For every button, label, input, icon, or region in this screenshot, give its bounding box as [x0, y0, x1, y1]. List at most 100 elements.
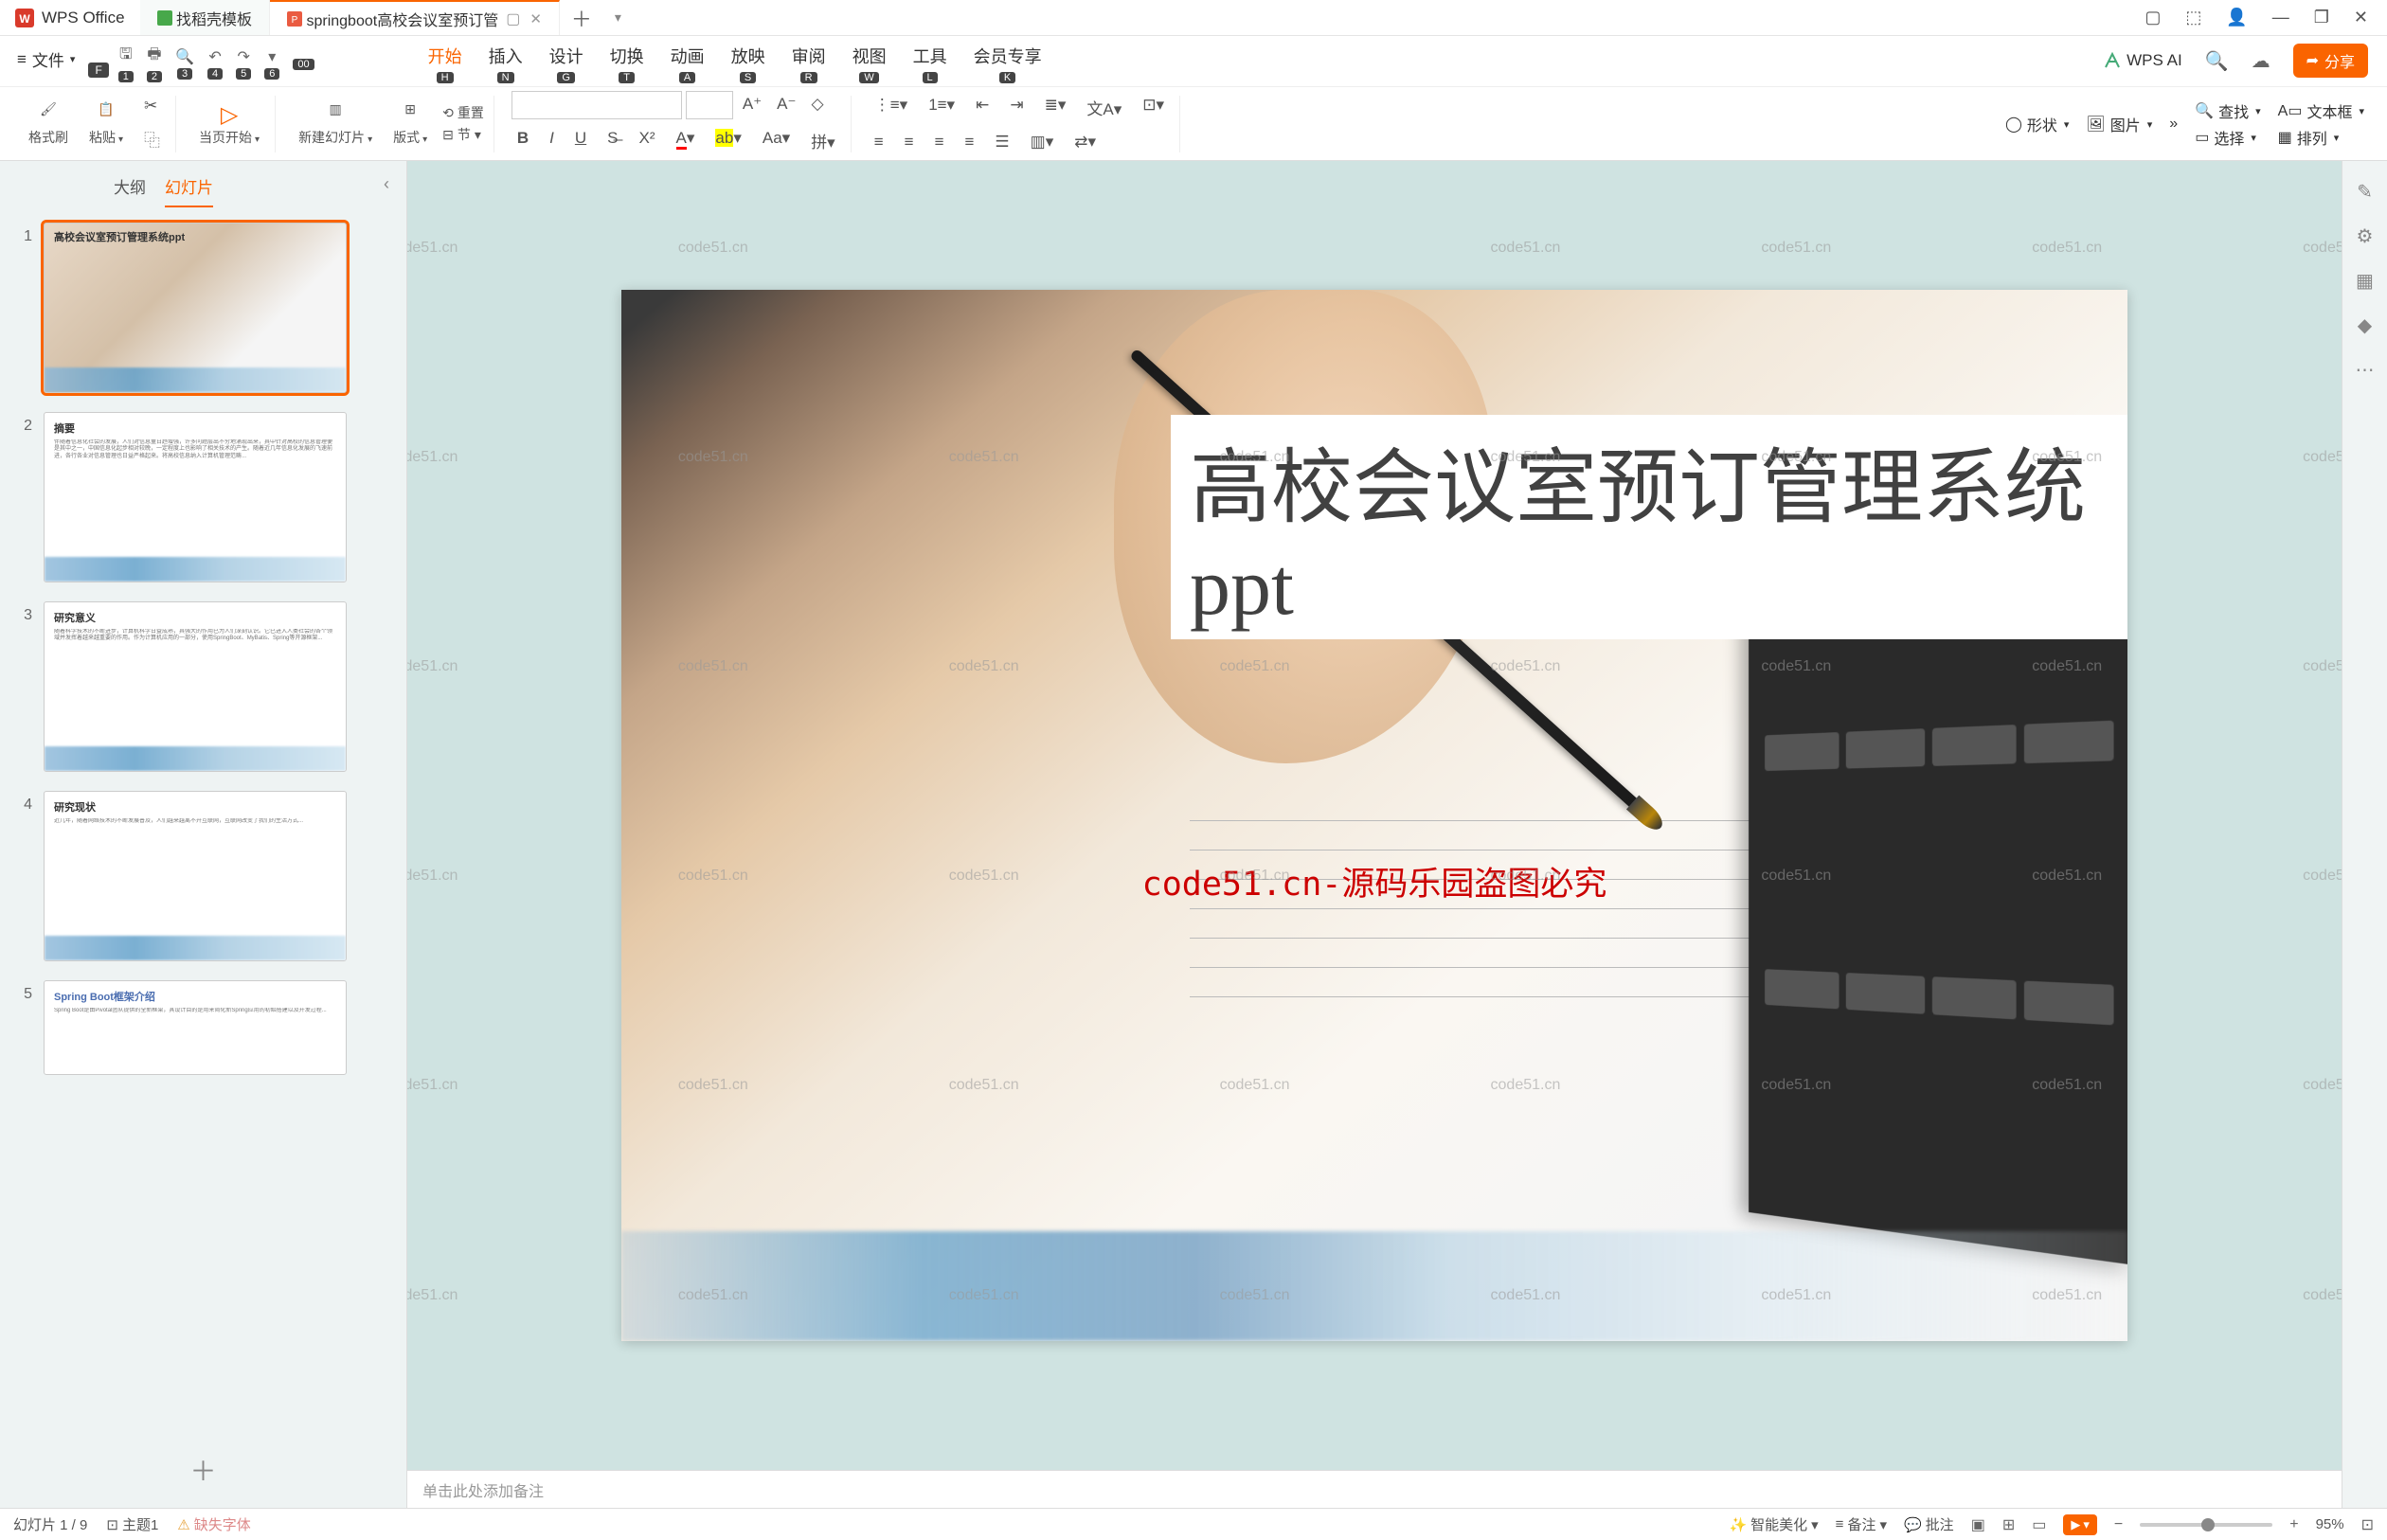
window-mini-icon[interactable]: ▢	[2145, 8, 2161, 27]
qat-preview-button[interactable]: 🔍3	[175, 47, 194, 80]
share-button[interactable]: ➦分享	[2293, 44, 2368, 78]
zoom-value[interactable]: 95%	[2316, 1516, 2344, 1532]
tab-template-search[interactable]: 找稻壳模板	[140, 0, 270, 35]
menu-design[interactable]: 设计G	[549, 44, 583, 83]
superscript-button[interactable]: X²	[634, 125, 661, 156]
file-menu-button[interactable]: ≡ 文件 ▾	[9, 44, 82, 75]
align-right-button[interactable]: ≡	[929, 129, 950, 155]
menu-review[interactable]: 审阅R	[792, 44, 826, 83]
wps-ai-button[interactable]: WPS AI	[2104, 51, 2182, 70]
view-reading-icon[interactable]: ▭	[2032, 1515, 2046, 1534]
qat-extra-button[interactable]: 00	[293, 57, 314, 70]
slide-title[interactable]: 高校会议室预订管理系统ppt	[1171, 415, 2127, 639]
new-tab-button[interactable]: ＋	[560, 3, 603, 33]
cut-button[interactable]: ✂	[138, 93, 166, 119]
fit-window-icon[interactable]: ⊡	[2361, 1515, 2374, 1534]
zoom-out-button[interactable]: −	[2114, 1516, 2123, 1533]
qat-save-button[interactable]: 🖫1	[118, 44, 134, 82]
thumbnail-3[interactable]: 研究意义随着科学技术的不断进步，计算机科学日益成熟，其强大的作用已为人们深刻认识…	[44, 601, 347, 772]
tab-current-document[interactable]: P springboot高校会议室预订管 ▢ ✕	[270, 0, 560, 35]
align-center-button[interactable]: ≡	[899, 129, 920, 155]
increase-font-button[interactable]: A⁺	[737, 91, 767, 119]
shape-button[interactable]: ◯形状	[2005, 113, 2069, 135]
add-slide-button[interactable]: ＋	[0, 1432, 406, 1508]
zoom-handle[interactable]	[2201, 1518, 2215, 1531]
picture-button[interactable]: 🖼图片	[2086, 113, 2152, 135]
zoom-in-button[interactable]: +	[2289, 1516, 2298, 1533]
textbox-button[interactable]: A▭文本框	[2278, 99, 2364, 122]
qat-print-button[interactable]: 🖶2	[147, 44, 162, 82]
menu-animation[interactable]: 动画A	[671, 44, 705, 83]
section-button[interactable]: ⊟节▾	[442, 125, 484, 144]
rail-more-icon[interactable]: ⋯	[2356, 358, 2375, 382]
thumbnail-2[interactable]: 摘要伴随着信息化社会的发展，人们对信息量日趋增强，许多问题层出不穷地涌现出来，其…	[44, 412, 347, 582]
highlight-button[interactable]: ab▾	[709, 125, 746, 156]
indent-dec-button[interactable]: ⇤	[970, 92, 995, 123]
bold-button[interactable]: B	[512, 125, 534, 156]
clear-format-button[interactable]: ◇	[805, 91, 829, 119]
comments-toggle[interactable]: 💬批注	[1904, 1514, 1954, 1534]
layout-button[interactable]: ⊞版式	[387, 99, 433, 149]
theme-indicator[interactable]: ⊡主题1	[106, 1514, 158, 1534]
view-sorter-icon[interactable]: ⊞	[2002, 1515, 2015, 1534]
tab-menu-button[interactable]: ▾	[603, 9, 633, 26]
missing-font-warning[interactable]: ⚠缺失字体	[177, 1514, 250, 1534]
qat-redo-button[interactable]: ↷5	[236, 47, 251, 80]
align-justify-button[interactable]: ≡	[960, 129, 980, 155]
search-icon[interactable]: 🔍	[2205, 49, 2229, 73]
window-close-icon[interactable]: ✕	[2354, 8, 2368, 27]
italic-button[interactable]: I	[544, 125, 560, 156]
find-button[interactable]: 🔍查找	[2195, 99, 2260, 122]
reset-button[interactable]: ⟲重置	[442, 103, 484, 122]
indent-inc-button[interactable]: ⇥	[1004, 92, 1029, 123]
text-direction-button[interactable]: 文A▾	[1081, 92, 1127, 123]
thumbnail-5[interactable]: Spring Boot框架介绍Spring Boot是由Pivotal团队提供的…	[44, 980, 347, 1075]
align-left-button[interactable]: ≡	[869, 129, 889, 155]
new-slide-button[interactable]: ▥新建幻灯片	[293, 99, 378, 149]
change-case-button[interactable]: Aa▾	[757, 125, 796, 156]
convert-button[interactable]: ⇄▾	[1068, 129, 1102, 155]
rail-material-icon[interactable]: ◆	[2358, 313, 2372, 337]
collapse-panel-icon[interactable]: ‹	[384, 174, 389, 194]
menu-view[interactable]: 视图W	[852, 44, 887, 83]
from-current-button[interactable]: ▷当页开始	[193, 99, 265, 149]
strike-button[interactable]: S̶	[601, 125, 623, 156]
pinyin-button[interactable]: 拼▾	[805, 125, 841, 156]
numbering-button[interactable]: 1≡▾	[923, 92, 960, 123]
window-cube-icon[interactable]: ⬚	[2185, 8, 2201, 27]
current-slide[interactable]: 高校会议室预订管理系统ppt code51.cn-源码乐园盗图必究	[621, 290, 2127, 1341]
window-maximize-icon[interactable]: ❐	[2314, 8, 2329, 27]
underline-button[interactable]: U	[569, 125, 592, 156]
tab-slides[interactable]: 幻灯片	[165, 174, 213, 207]
qat-more-button[interactable]: ▾6	[264, 47, 279, 80]
window-avatar-icon[interactable]: 👤	[2226, 8, 2247, 27]
thumbnail-list[interactable]: 1 高校会议室预订管理系统ppt 2 摘要伴随着信息化社会的发展，人们对信息量日…	[0, 207, 406, 1432]
cloud-icon[interactable]: ☁	[2252, 49, 2270, 73]
rail-template-icon[interactable]: ▦	[2356, 269, 2374, 293]
select-button[interactable]: ▭选择	[2195, 126, 2260, 149]
columns-button[interactable]: ▥▾	[1025, 129, 1060, 155]
decrease-font-button[interactable]: A⁻	[771, 91, 801, 119]
copy-button[interactable]: ⿻	[138, 123, 166, 154]
rail-ai-icon[interactable]: ⚙	[2357, 224, 2374, 248]
distribute-button[interactable]: ☰	[989, 129, 1014, 155]
menu-transition[interactable]: 切换T	[610, 44, 644, 83]
format-brush-button[interactable]: 🖌格式刷	[23, 99, 74, 149]
font-family-select[interactable]	[512, 91, 682, 119]
tab-close-icon[interactable]: ✕	[529, 10, 542, 27]
slide-canvas[interactable]: code51.cn code51.cn code51.cn code51.cn …	[407, 161, 2342, 1470]
thumbnail-1[interactable]: 高校会议室预订管理系统ppt	[44, 223, 347, 393]
bullets-button[interactable]: ⋮≡▾	[869, 92, 913, 123]
zoom-slider[interactable]	[2140, 1523, 2272, 1527]
font-color-button[interactable]: A▾	[671, 125, 701, 156]
notes-pane[interactable]: 单击此处添加备注	[407, 1470, 2342, 1508]
slideshow-button[interactable]: ▶▾	[2063, 1514, 2097, 1535]
arrange-button[interactable]: ▦排列	[2278, 126, 2364, 149]
smart-beautify-button[interactable]: ✨智能美化▾	[1729, 1514, 1818, 1534]
notes-toggle[interactable]: ≡备注▾	[1836, 1514, 1887, 1534]
menu-insert[interactable]: 插入N	[489, 44, 523, 83]
menu-slideshow[interactable]: 放映S	[731, 44, 765, 83]
tab-present-icon[interactable]: ▢	[506, 9, 520, 28]
menu-member[interactable]: 会员专享K	[974, 44, 1042, 83]
tab-outline[interactable]: 大纲	[114, 174, 146, 207]
